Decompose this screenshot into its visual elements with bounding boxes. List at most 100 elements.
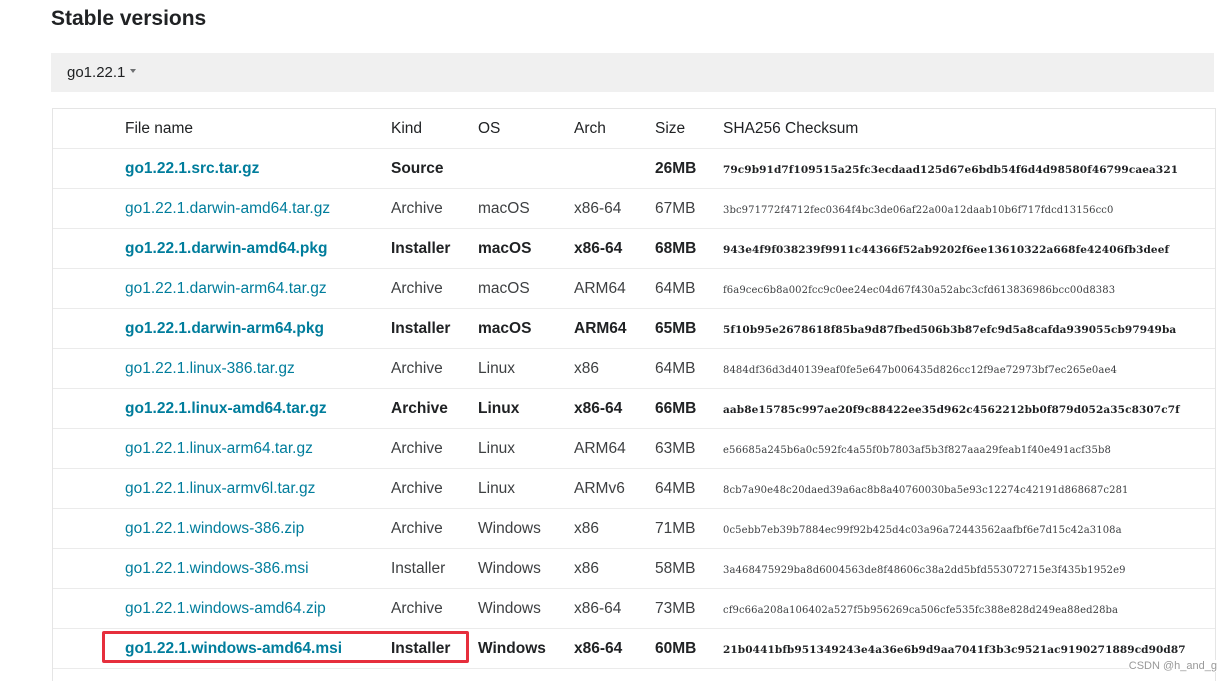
kind-cell: Installer: [391, 228, 478, 269]
kind-text: Archive: [391, 439, 443, 457]
checksum-cell: 3bc971772f4712fec0364f4bc3de06af22a00a12…: [723, 188, 1215, 229]
header-checksum: SHA256 Checksum: [723, 109, 1215, 149]
download-link[interactable]: go1.22.1.windows-386.msi: [125, 560, 309, 577]
size-text: 73MB: [655, 599, 696, 617]
arch-text: x86-64: [574, 639, 623, 657]
checksum-cell: 8484df36d3d40139eaf0fe5e647b006435d826cc…: [723, 348, 1215, 389]
size-cell: 64MB: [655, 348, 723, 389]
arch-cell: ARM64: [574, 308, 655, 349]
checksum-text: 3bc971772f4712fec0364f4bc3de06af22a00a12…: [723, 204, 1114, 216]
size-text: 60MB: [655, 639, 697, 657]
kind-text: Archive: [391, 359, 443, 377]
download-link[interactable]: go1.22.1.darwin-arm64.tar.gz: [125, 280, 327, 297]
size-text: 26MB: [655, 159, 697, 177]
size-cell: 71MB: [655, 508, 723, 549]
version-bar: go1.22.1: [51, 53, 1214, 92]
kind-cell: Archive: [391, 188, 478, 229]
file-name-cell: go1.22.1.linux-arm64.tar.gz: [53, 428, 391, 469]
kind-text: Archive: [391, 279, 443, 297]
kind-text: Archive: [391, 399, 448, 417]
checksum-text: 943e4f9f038239f9911c44366f52ab9202f6ee13…: [723, 243, 1170, 256]
kind-cell: Archive: [391, 348, 478, 389]
kind-cell: Archive: [391, 268, 478, 309]
version-toggle[interactable]: go1.22.1: [67, 64, 137, 81]
os-text: macOS: [478, 239, 532, 257]
caret-down-icon: [130, 69, 137, 74]
kind-cell: Archive: [391, 388, 478, 429]
kind-cell: Installer: [391, 548, 478, 589]
checksum-text: e56685a245b6a0c592fc4a55f0b7803af5b3f827…: [723, 444, 1111, 456]
arch-cell: x86-64: [574, 228, 655, 269]
size-cell: 68MB: [655, 228, 723, 269]
checksum-text: cf9c66a208a106402a527f5b956269ca506cfe53…: [723, 604, 1119, 616]
checksum-cell: 79c9b91d7f109515a25fc3ecdaad125d67e6bdb5…: [723, 148, 1215, 189]
download-link[interactable]: go1.22.1.darwin-arm64.pkg: [125, 320, 324, 337]
download-link[interactable]: go1.22.1.darwin-amd64.tar.gz: [125, 200, 330, 217]
download-link[interactable]: go1.22.1.src.tar.gz: [125, 160, 259, 177]
os-cell: macOS: [478, 188, 574, 229]
kind-text: Installer: [391, 559, 446, 577]
checksum-cell: 8cb7a90e48c20daed39a6ac8b8a40760030ba5e9…: [723, 468, 1215, 509]
kind-text: Source: [391, 159, 444, 177]
file-name-cell: go1.22.1.linux-386.tar.gz: [53, 348, 391, 389]
size-cell: 60MB: [655, 628, 723, 669]
size-text: 64MB: [655, 359, 696, 377]
kind-cell: Installer: [391, 308, 478, 349]
arch-cell: x86-64: [574, 388, 655, 429]
size-cell: 66MB: [655, 388, 723, 429]
checksum-cell: f6a9cec6b8a002fcc9c0ee24ec04d67f430a52ab…: [723, 268, 1215, 309]
arch-text: x86-64: [574, 399, 623, 417]
os-text: Windows: [478, 639, 546, 657]
os-cell: macOS: [478, 228, 574, 269]
download-link[interactable]: go1.22.1.linux-amd64.tar.gz: [125, 400, 327, 417]
download-link[interactable]: go1.22.1.windows-amd64.zip: [125, 600, 326, 617]
size-text: 65MB: [655, 319, 697, 337]
size-cell: 64MB: [655, 268, 723, 309]
download-link[interactable]: go1.22.1.darwin-amd64.pkg: [125, 240, 327, 257]
checksum-cell: 943e4f9f038239f9911c44366f52ab9202f6ee13…: [723, 228, 1215, 269]
file-name-cell: go1.22.1.linux-armv6l.tar.gz: [53, 468, 391, 509]
checksum-cell: cf9c66a208a106402a527f5b956269ca506cfe53…: [723, 588, 1215, 629]
file-name-cell: go1.22.1.darwin-amd64.pkg: [53, 228, 391, 269]
version-toggle-label: go1.22.1: [67, 64, 126, 81]
download-link[interactable]: go1.22.1.linux-armv6l.tar.gz: [125, 480, 315, 497]
os-text: macOS: [478, 319, 532, 337]
os-cell: Windows: [478, 588, 574, 629]
header-file-name: File name: [53, 109, 391, 149]
file-name-cell: go1.22.1.windows-386.zip: [53, 508, 391, 549]
kind-text: Archive: [391, 199, 443, 217]
checksum-text: 21b0441bfb951349243e4a36e6b9d9aa7041f3b3…: [723, 643, 1186, 656]
arch-cell: ARM64: [574, 428, 655, 469]
table-header-row: File name Kind OS Arch Size SHA256 Check…: [53, 109, 1215, 149]
kind-text: Archive: [391, 479, 443, 497]
file-name-cell: go1.22.1.windows-amd64.msi: [53, 628, 391, 669]
os-cell: Linux: [478, 388, 574, 429]
header-os: OS: [478, 109, 574, 149]
arch-cell: [574, 148, 655, 189]
kind-cell: Source: [391, 148, 478, 189]
checksum-cell: 0c5ebb7eb39b7884ec99f92b425d4c03a96a7244…: [723, 508, 1215, 549]
checksum-text: 0c5ebb7eb39b7884ec99f92b425d4c03a96a7244…: [723, 524, 1122, 536]
arch-cell: x86-64: [574, 588, 655, 629]
os-text: macOS: [478, 199, 530, 217]
arch-text: ARM64: [574, 319, 627, 337]
checksum-cell: 5f10b95e2678618f85ba9d87fbed506b3b87efc9…: [723, 308, 1215, 349]
file-name-cell: go1.22.1.linux-amd64.tar.gz: [53, 388, 391, 429]
arch-cell: x86-64: [574, 188, 655, 229]
size-text: 63MB: [655, 439, 696, 457]
table-row: go1.22.1.darwin-amd64.pkg Installer macOS x…: [53, 228, 1215, 269]
size-text: 66MB: [655, 399, 697, 417]
table-row: go1.22.1.linux-386.tar.gz Archive Linux x86…: [53, 348, 1215, 389]
download-link[interactable]: go1.22.1.windows-386.zip: [125, 520, 304, 537]
download-link[interactable]: go1.22.1.linux-arm64.tar.gz: [125, 440, 313, 457]
size-cell: 73MB: [655, 588, 723, 629]
table-row: go1.22.1.src.tar.gz Source 26MB 79c9b91d7f1…: [53, 148, 1215, 189]
download-link[interactable]: go1.22.1.windows-amd64.msi: [125, 640, 342, 657]
download-link[interactable]: go1.22.1.linux-386.tar.gz: [125, 360, 295, 377]
size-text: 64MB: [655, 479, 696, 497]
table-row: go1.22.1.darwin-arm64.tar.gz Archive macOS…: [53, 268, 1215, 309]
kind-text: Archive: [391, 519, 443, 537]
table-row: go1.22.1.linux-arm64.tar.gz Archive Linux A…: [53, 428, 1215, 469]
kind-cell: Archive: [391, 468, 478, 509]
arch-text: x86-64: [574, 599, 622, 617]
